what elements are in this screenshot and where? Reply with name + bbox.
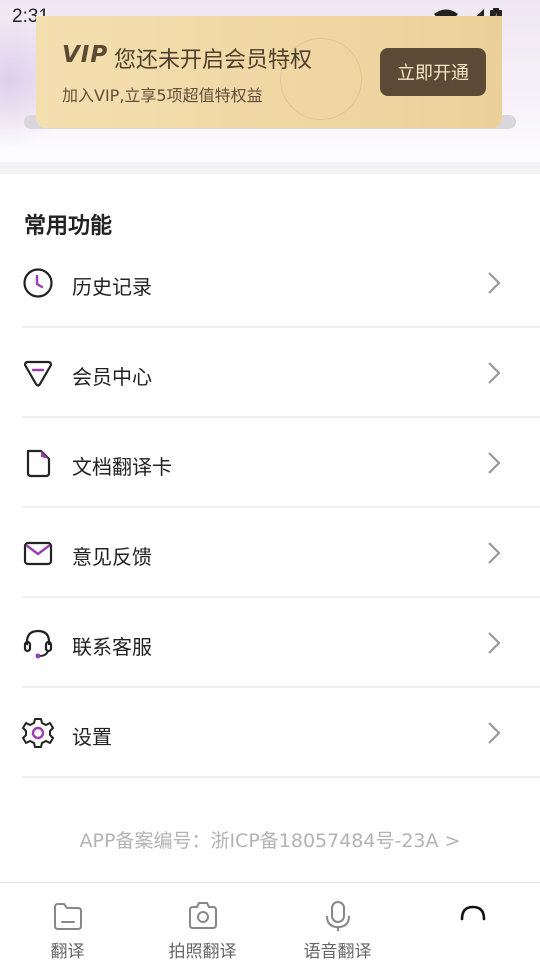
chevron-right-icon — [488, 542, 501, 564]
mail-icon — [23, 541, 53, 566]
icp-link[interactable]: APP备案编号：浙ICP备18057484号-23A > — [0, 826, 540, 853]
menu-item-settings[interactable]: 设置 — [0, 688, 540, 778]
menu-item-vip-center[interactable]: 会员中心 — [0, 328, 540, 418]
chevron-right-icon — [488, 722, 501, 744]
separator-band — [0, 162, 540, 174]
diamond-icon — [23, 360, 53, 387]
menu-item-document-card[interactable]: 文档翻译卡 — [0, 418, 540, 508]
menu-item-label: 会员中心 — [72, 365, 152, 389]
nav-tab-voice-translate[interactable]: 语音翻译 — [270, 883, 405, 962]
headset-icon — [23, 629, 53, 659]
menu-item-label: 文档翻译卡 — [72, 455, 172, 479]
vip-banner[interactable]: VIP 您还未开启会员特权 加入VIP,立享5项超值特权益 立即开通 — [36, 16, 502, 128]
section-title: 常用功能 — [24, 214, 113, 239]
nav-label: 拍照翻译 — [168, 942, 237, 962]
menu-item-label: 意见反馈 — [72, 545, 152, 569]
bottom-nav: 翻译 拍照翻译 语音翻译 — [0, 882, 540, 962]
camera-icon — [188, 902, 217, 929]
menu-item-label: 历史记录 — [72, 275, 152, 299]
clock-icon — [23, 268, 53, 298]
chevron-right-icon — [488, 272, 501, 294]
menu-item-feedback[interactable]: 意见反馈 — [0, 508, 540, 598]
gear-icon — [22, 718, 54, 748]
menu-item-customer-service[interactable]: 联系客服 — [0, 598, 540, 688]
vip-subtitle: 加入VIP,立享5项超值特权益 — [62, 86, 263, 105]
nav-tab-mine[interactable] — [405, 883, 540, 961]
nav-label: 翻译 — [50, 942, 85, 962]
menu-list: 历史记录 会员中心 文档翻译卡 意见反馈 联系客服 设置 — [0, 238, 540, 778]
divider — [22, 776, 540, 778]
document-icon — [26, 449, 51, 478]
loading-icon — [460, 905, 485, 921]
menu-item-label: 联系客服 — [72, 635, 152, 659]
nav-label: 语音翻译 — [303, 942, 372, 962]
nav-tab-translate[interactable]: 翻译 — [0, 883, 135, 962]
activate-vip-button[interactable]: 立即开通 — [380, 48, 486, 96]
menu-item-history[interactable]: 历史记录 — [0, 238, 540, 328]
vip-title: 您还未开启会员特权 — [114, 48, 313, 73]
menu-item-label: 设置 — [72, 725, 112, 749]
chevron-right-icon — [488, 632, 501, 654]
vip-logo: VIP — [62, 42, 109, 68]
chevron-right-icon — [488, 362, 501, 384]
folder-icon — [53, 903, 82, 930]
chevron-right-icon — [488, 452, 501, 474]
microphone-icon — [325, 901, 350, 931]
nav-tab-photo-translate[interactable]: 拍照翻译 — [135, 883, 270, 962]
